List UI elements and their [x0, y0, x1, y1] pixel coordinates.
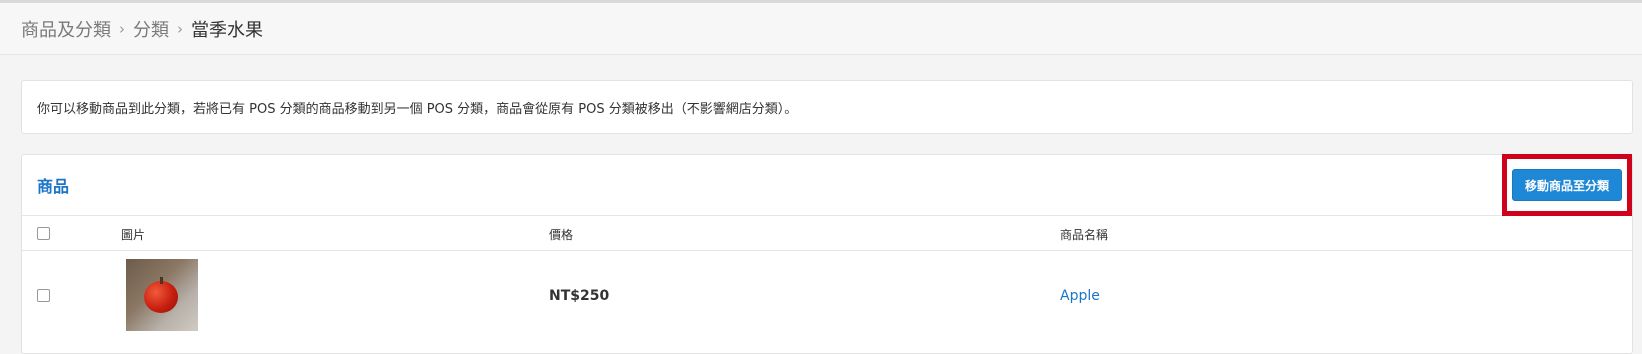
product-thumbnail	[126, 259, 198, 331]
move-products-button[interactable]: 移動商品至分類	[1512, 169, 1622, 201]
breadcrumb-item-categories[interactable]: 分類	[133, 16, 169, 42]
apple-image	[144, 281, 178, 313]
select-all-checkbox[interactable]	[37, 227, 50, 240]
info-notice: 你可以移動商品到此分類，若將已有 POS 分類的商品移動到另一個 POS 分類，…	[21, 80, 1633, 134]
row-checkbox[interactable]	[37, 289, 50, 302]
breadcrumb: 商品及分類 › 分類 › 當季水果	[0, 3, 1642, 55]
breadcrumb-item-products[interactable]: 商品及分類	[21, 16, 111, 42]
table-header: 圖片 價格 商品名稱	[22, 216, 1632, 251]
product-price: NT$250	[549, 288, 610, 304]
highlight-annotation: 移動商品至分類	[1502, 154, 1632, 216]
panel-title: 商品	[37, 177, 70, 196]
column-header-price: 價格	[549, 228, 574, 242]
panel-header: 商品 移動商品至分類	[22, 154, 1632, 216]
breadcrumb-separator: ›	[119, 19, 125, 38]
column-header-name: 商品名稱	[1060, 228, 1109, 242]
breadcrumb-current: 當季水果	[191, 19, 263, 41]
products-panel: 商品 移動商品至分類 圖片 價格 商品名稱 NT$250 Apple	[21, 154, 1633, 354]
notice-text: 你可以移動商品到此分類，若將已有 POS 分類的商品移動到另一個 POS 分類，…	[37, 101, 798, 117]
product-name-link[interactable]: Apple	[1060, 288, 1100, 304]
table-row: NT$250 Apple	[22, 251, 1632, 351]
column-header-image: 圖片	[121, 228, 146, 242]
breadcrumb-separator: ›	[177, 19, 183, 38]
apple-stem	[160, 277, 163, 284]
